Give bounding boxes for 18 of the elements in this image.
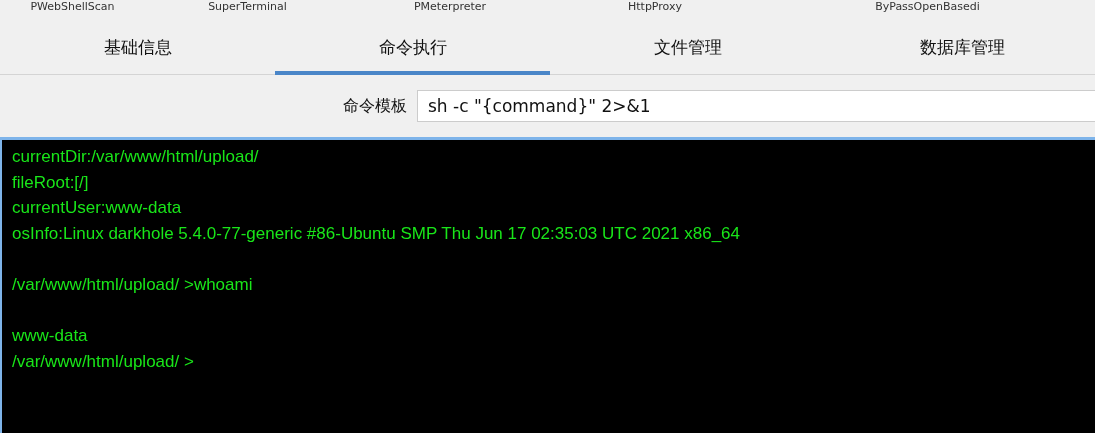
plugin-tab[interactable]: PWebShellScan [0, 0, 145, 14]
tab[interactable]: 命令执行 [275, 30, 550, 75]
terminal-line: /var/www/html/upload/ >whoami [12, 273, 254, 296]
terminal-line: currentDir:/var/www/html/upload/ [12, 146, 260, 168]
tab[interactable]: 基础信息 [0, 30, 275, 75]
terminal-line: www-data [12, 325, 89, 348]
field-label: 命令模板 [343, 95, 407, 117]
command-template-field[interactable]: sh -c "{command}" 2>&1 [417, 90, 1095, 122]
plugin-tab[interactable]: ByPassOpenBasedi [760, 0, 1095, 14]
plugin-tab[interactable]: HttpProxy [550, 0, 760, 14]
terminal-line: osInfo:Linux darkhole 5.4.0-77-generic #86-Ubuntu SMP Thu Jun 17 02:35:03 UTC 2021 x86_64 [12, 222, 742, 245]
plugin-tab[interactable]: PMeterpreter [350, 0, 550, 14]
terminal-line: currentUser:www-data [12, 197, 183, 220]
tab[interactable]: 文件管理 [550, 30, 825, 75]
terminal-line: /var/www/html/upload/ > [12, 350, 195, 373]
plugin-tab[interactable]: SuperTerminal [145, 0, 350, 14]
terminal-line: fileRoot:[/] [12, 171, 90, 194]
tab[interactable]: 数据库管理 [825, 30, 1095, 75]
